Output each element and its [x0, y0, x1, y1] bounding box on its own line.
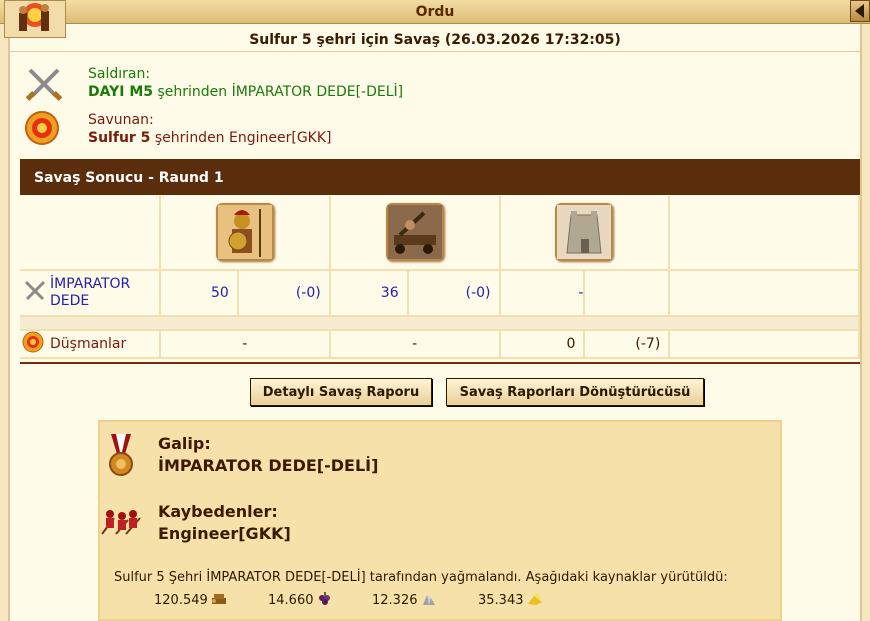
loot-description: Sulfur 5 Şehri İMPARATOR DEDE[-DELİ] tar…: [114, 570, 728, 585]
enemy-unit3-loss: (-7): [584, 330, 671, 359]
battle-heading: Sulfur 5 şehri için Savaş (26.03.2026 17…: [249, 32, 621, 48]
battle-summary: Galip: İMPARATOR DEDE[-DELİ] Kaybedenler…: [98, 420, 782, 621]
attacker-unit2-count: 36: [329, 270, 409, 317]
enemy-row-name: Düşmanlar: [50, 336, 127, 352]
medal-icon: [108, 434, 134, 482]
sulfur-icon: [527, 593, 542, 605]
attacker-unit2-loss: (-0): [407, 270, 501, 317]
enemy-unit3-count: 0: [499, 330, 586, 359]
marble-icon: [422, 595, 435, 605]
attacker-units-row: İMPARATOR DEDE 50 (-0) 36 (-0) -: [20, 270, 860, 317]
loot-wood-amount: 120.549: [154, 593, 208, 608]
loot-marble-amount: 12.326: [372, 593, 418, 608]
attacker-player[interactable]: şehrinden İMPARATOR DEDE[-DELİ]: [153, 84, 403, 100]
wood-icon: [211, 594, 226, 604]
attacker-unit3-count: -: [499, 270, 586, 317]
units-table: İMPARATOR DEDE 50 (-0) 36 (-0) - Düşmanl…: [20, 196, 860, 359]
army-app-icon[interactable]: [4, 0, 66, 38]
winner-label: Galip:: [158, 434, 211, 453]
loot-wine: 14.660: [268, 592, 333, 608]
shield-icon: [24, 110, 64, 150]
catapult-icon[interactable]: [385, 202, 444, 261]
attacker-row-name[interactable]: İMPARATOR DEDE: [50, 276, 150, 310]
detailed-report-button[interactable]: Detaylı Savaş Raporu: [250, 378, 432, 406]
hoplite-icon[interactable]: [215, 202, 274, 261]
enemy-unit1-count: -: [159, 330, 331, 359]
defender-city[interactable]: Sulfur 5: [88, 130, 150, 146]
spacer-row: [20, 316, 860, 331]
attacker-city[interactable]: DAYI M5: [88, 84, 153, 100]
attacker-unit1-loss: (-0): [237, 270, 331, 317]
wine-icon: [318, 592, 330, 605]
enemy-unit2-count: -: [329, 330, 501, 359]
loot-marble: 12.326: [372, 592, 437, 608]
defender-line: Sulfur 5 şehrinden Engineer[GKK]: [88, 130, 332, 146]
losers-name: Engineer[GKK]: [158, 524, 291, 543]
battle-result-header: Savaş Sonucu - Raund 1: [20, 159, 860, 195]
crossed-swords-icon: [24, 64, 64, 104]
winner-name: İMPARATOR DEDE[-DELİ]: [158, 456, 379, 475]
unit-icons-row: [20, 196, 860, 271]
loot-sulfur-amount: 35.343: [478, 593, 524, 608]
table-bottom-divider: [20, 362, 860, 364]
attacker-unit3-loss: [584, 270, 671, 317]
losers-label: Kaybedenler:: [158, 502, 278, 521]
defender-player[interactable]: şehrinden Engineer[GKK]: [150, 130, 332, 146]
back-button[interactable]: [850, 0, 870, 22]
attacker-line: DAYI M5 şehrinden İMPARATOR DEDE[-DELİ]: [88, 84, 403, 100]
defeated-units-icon: [100, 506, 142, 540]
loot-wood: 120.549: [154, 592, 227, 608]
attacker-label: Saldıran:: [88, 66, 151, 82]
window-title: Ordu: [415, 4, 455, 20]
crossed-swords-small-icon: [22, 278, 50, 308]
window-titlebar: Ordu: [0, 0, 870, 24]
enemy-units-row: Düşmanlar - - 0 (-7): [20, 330, 860, 359]
battle-report-panel: Sulfur 5 şehri için Savaş (26.03.2026 17…: [8, 24, 862, 621]
shield-small-icon: [22, 331, 50, 357]
defender-label: Savunan:: [88, 112, 154, 128]
attacker-unit1-count: 50: [159, 270, 239, 317]
divider: [10, 51, 860, 52]
wall-icon[interactable]: [555, 202, 614, 261]
loot-sulfur: 35.343: [478, 592, 543, 608]
loot-wine-amount: 14.660: [268, 593, 314, 608]
report-converter-button[interactable]: Savaş Raporları Dönüştürücüsü: [446, 378, 704, 406]
